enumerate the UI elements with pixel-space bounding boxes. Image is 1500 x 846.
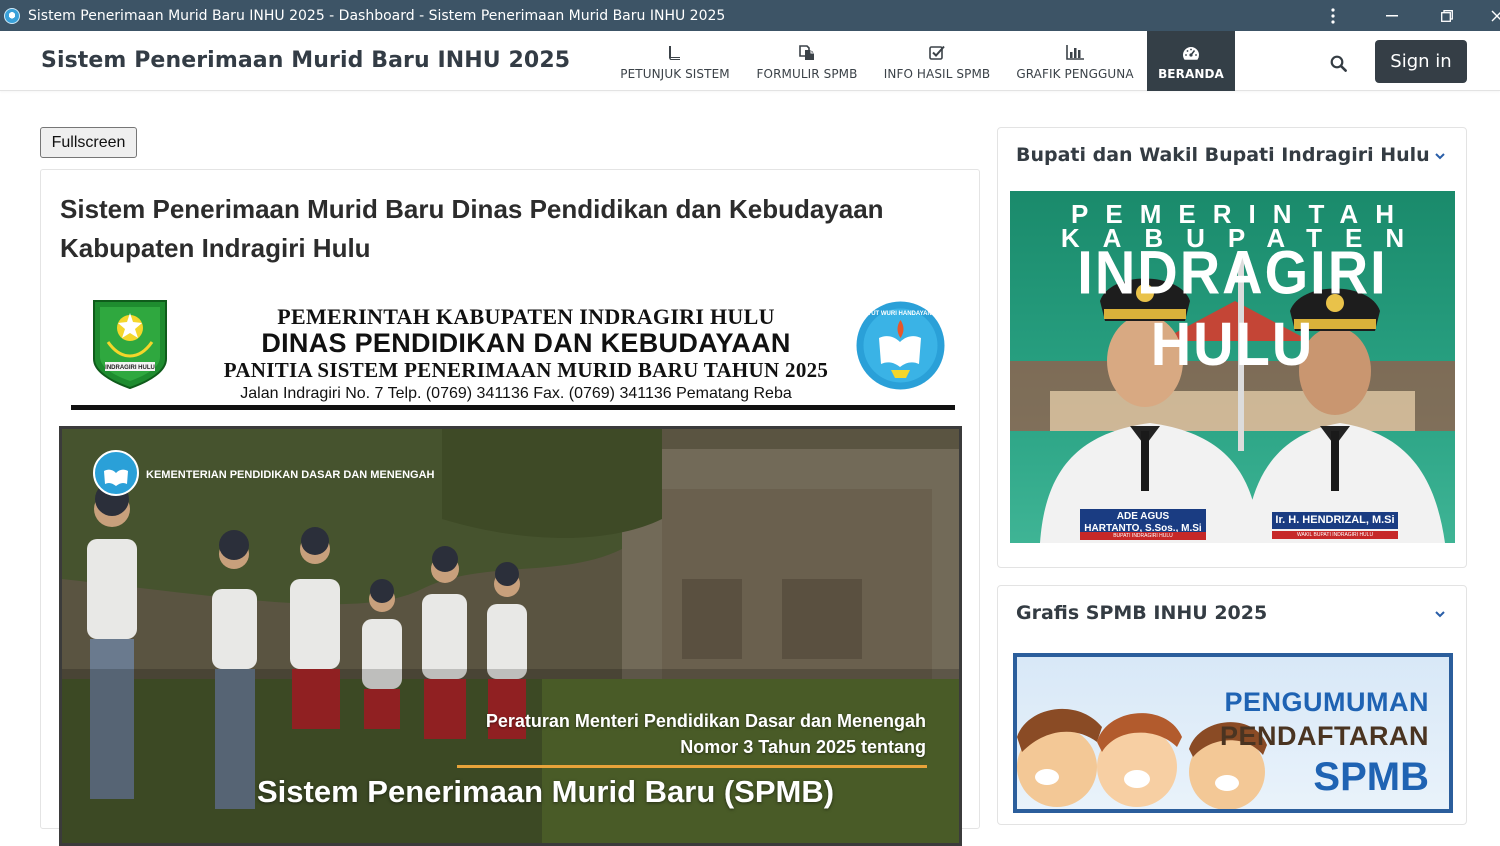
nav-label: FORMULIR SPMB (756, 66, 858, 81)
spmb-poster-image: KEMENTERIAN PENDIDIKAN DASAR DAN MENENGA… (59, 426, 962, 846)
letterhead-line-3: PANITIA SISTEM PENERIMAAN MURID BARU TAH… (223, 358, 829, 382)
letterhead-line-2: DINAS PENDIDIKAN DAN KEBUDAYAAN (261, 328, 791, 358)
tut-wuri-handayani-logo-icon: TUT WURI HANDAYANI (855, 300, 946, 391)
fullscreen-button[interactable]: Fullscreen (40, 127, 137, 158)
bupati-card: Bupati dan Wakil Bupati Indragiri Hulu P… (997, 127, 1467, 568)
close-icon[interactable] (1474, 0, 1500, 31)
nav-label: GRAFIK PENGGUNA (1016, 66, 1134, 81)
nav-item-beranda[interactable]: BERANDA (1147, 31, 1235, 91)
bupati-wakil-bupati-image: PEMERINTAH KABUPATEN INDRAGIRI HULU ADE … (1010, 191, 1455, 543)
search-icon[interactable] (1326, 51, 1350, 75)
nav-item-petunjuk-sistem[interactable]: PETUNJUK SISTEM (611, 31, 739, 91)
copy-icon (799, 44, 815, 62)
wakil-bupati-role: WAKIL BUPATI INDRAGIRI HULU (1272, 531, 1398, 539)
wakil-bupati-name: Ir. H. HENDRIZAL, M.Si (1272, 512, 1398, 529)
nav-item-grafik-pengguna[interactable]: GRAFIK PENGGUNA (1008, 31, 1142, 91)
browser-title-bar: Sistem Penerimaan Murid Baru INHU 2025 -… (0, 0, 1500, 31)
dashboard-icon (1182, 44, 1200, 62)
grafis-card: Grafis SPMB INHU 2025 PENGUMUMAN PENDAFT… (997, 585, 1467, 825)
logo-motto: TUT WURI HANDAYANI (868, 311, 934, 317)
poster-divider (457, 765, 927, 768)
letterhead-line-1: PEMERINTAH KABUPATEN INDRAGIRI HULU (277, 304, 775, 329)
chevron-down-icon[interactable] (1432, 148, 1448, 164)
letterhead: INDRAGIRI HULU PEMERINTAH KABUPATEN INDR… (71, 295, 955, 415)
pengumuman-spmb-image: PENGUMUMAN PENDAFTARAN SPMB (1013, 653, 1453, 813)
nav-item-formulir-spmb[interactable]: FORMULIR SPMB (746, 31, 868, 91)
bupati-name-line-1: ADE AGUS (1116, 511, 1170, 522)
banner-line-3: INDRAGIRI HULU (1077, 237, 1388, 379)
check-square-icon (929, 44, 945, 62)
ministry-label: KEMENTERIAN PENDIDIKAN DASAR DAN MENENGA… (146, 469, 435, 481)
minimize-icon[interactable] (1369, 0, 1415, 31)
poster-line-2: Nomor 3 Tahun 2025 tentang (680, 737, 926, 757)
card-title: Bupati dan Wakil Bupati Indragiri Hulu (1016, 144, 1430, 166)
chevron-down-icon[interactable] (1432, 606, 1448, 622)
nav-label: BERANDA (1158, 66, 1224, 81)
grafis-line-2: PENDAFTARAN (1220, 721, 1429, 751)
more-menu-icon[interactable] (1310, 0, 1356, 31)
book-icon (668, 44, 682, 62)
nav-label: INFO HASIL SPMB (883, 66, 991, 81)
page-title: Sistem Penerimaan Murid Baru Dinas Pendi… (60, 194, 884, 263)
site-navbar: Sistem Penerimaan Murid Baru INHU 2025 P… (0, 31, 1500, 91)
poster-line-1: Peraturan Menteri Pendidikan Dasar dan M… (485, 711, 926, 731)
bupati-role: BUPATI INDRAGIRI HULU (1080, 532, 1206, 540)
site-brand[interactable]: Sistem Penerimaan Murid Baru INHU 2025 (41, 48, 570, 73)
nav-label: PETUNJUK SISTEM (620, 66, 730, 81)
window-title: Sistem Penerimaan Murid Baru INHU 2025 -… (28, 7, 726, 24)
bar-chart-icon (1066, 44, 1084, 62)
nav-item-info-hasil-spmb[interactable]: INFO HASIL SPMB (874, 31, 1000, 91)
letterhead-divider (71, 405, 955, 410)
grafis-line-3: SPMB (1313, 755, 1429, 799)
letterhead-address: Jalan Indragiri No. 7 Telp. (0769) 34113… (240, 385, 792, 402)
card-title: Grafis SPMB INHU 2025 (1016, 602, 1268, 624)
restore-icon[interactable] (1424, 0, 1470, 31)
poster-headline: Sistem Penerimaan Murid Baru (SPMB) (257, 774, 835, 809)
sign-in-button[interactable]: Sign in (1375, 40, 1467, 83)
app-icon (4, 7, 20, 24)
main-content-card: Sistem Penerimaan Murid Baru Dinas Pendi… (40, 169, 980, 846)
grafis-line-1: PENGUMUMAN (1224, 687, 1429, 717)
